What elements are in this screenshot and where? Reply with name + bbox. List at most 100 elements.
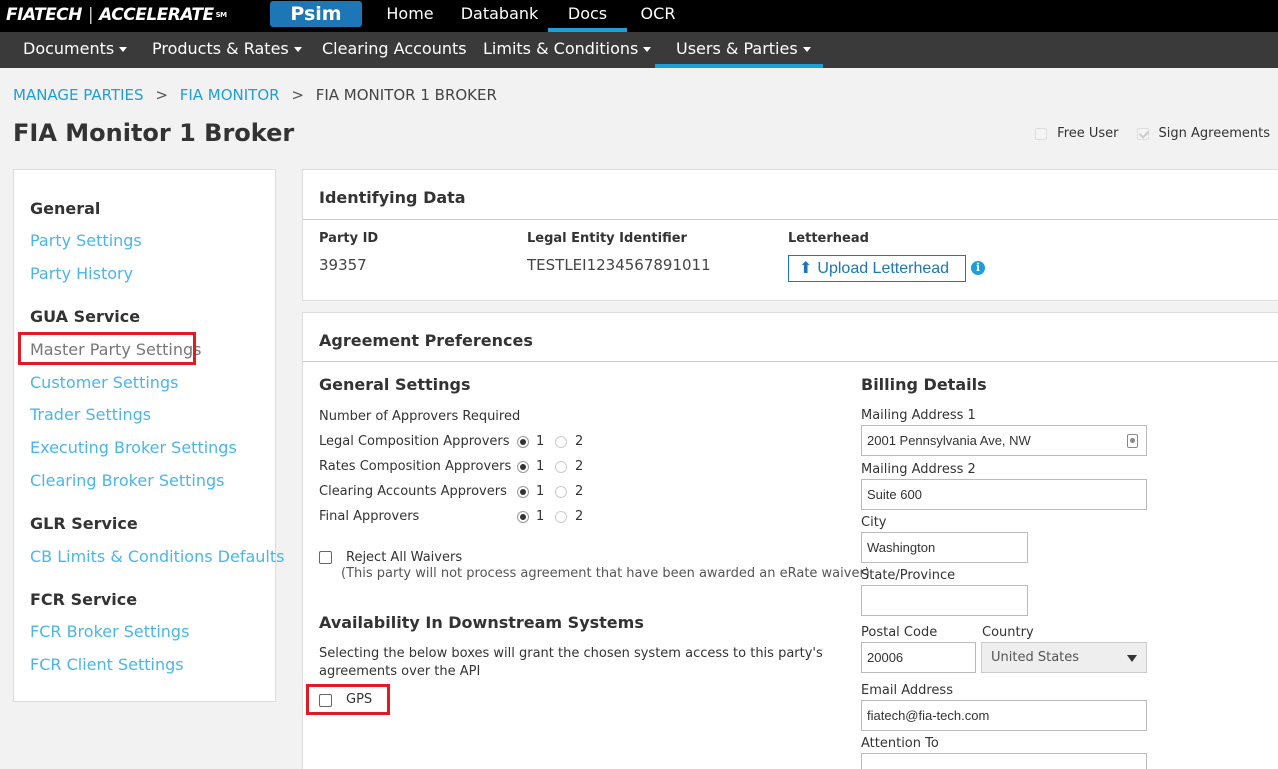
sub-nav-clearing-accounts[interactable]: Clearing Accounts: [312, 32, 477, 68]
sub-nav-limits-conditions[interactable]: Limits & Conditions: [473, 32, 661, 68]
breadcrumb-manage-parties[interactable]: MANAGE PARTIES: [13, 86, 144, 104]
top-nav-home[interactable]: Home: [376, 0, 444, 32]
sub-nav-documents[interactable]: Documents: [13, 32, 137, 68]
fiatech-accelerate-logo[interactable]: FIATECH | ACCELERATE SM: [6, 4, 227, 26]
agreement-preferences-title: Agreement Preferences: [319, 331, 533, 350]
sidebar-heading-gua-service: GUA Service: [30, 307, 141, 326]
contact-card-icon[interactable]: [1127, 434, 1138, 448]
downstream-description-line2: agreements over the API: [319, 664, 481, 679]
email-address-label: Email Address: [861, 683, 953, 698]
letterhead-label: Letterhead: [788, 231, 869, 246]
sidebar-item-trader-settings[interactable]: Trader Settings: [30, 405, 151, 424]
mailing-address-2-input[interactable]: Suite 600: [861, 479, 1147, 510]
top-bar: FIATECH | ACCELERATE SM Psim Home Databa…: [0, 0, 1278, 32]
sidebar-heading-fcr-service: FCR Service: [30, 590, 138, 609]
lei-value: TESTLEI1234567891011: [527, 256, 711, 274]
identifying-data-title: Identifying Data: [319, 188, 466, 207]
mailing-address-1-label: Mailing Address 1: [861, 408, 976, 423]
logo-fiatech: FIATECH: [6, 5, 82, 25]
header-checks: Free User Sign Agreements: [1035, 126, 1270, 141]
sub-nav-users-parties-label: Users & Parties: [676, 39, 798, 58]
upload-letterhead-button[interactable]: ⬆ Upload Letterhead: [788, 255, 966, 282]
upload-icon: ⬆: [799, 260, 813, 277]
breadcrumb-separator: >: [155, 86, 168, 104]
radio-option-label: 1: [536, 434, 545, 449]
sidebar-heading-general: General: [30, 199, 101, 218]
legal-composition-radio-2[interactable]: [555, 436, 567, 448]
reject-waivers-note: (This party will not process agreement t…: [341, 566, 870, 581]
billing-details-heading: Billing Details: [861, 375, 987, 394]
radio-option-label: 1: [536, 459, 545, 474]
psim-product-button[interactable]: Psim: [270, 1, 362, 27]
top-nav-databank[interactable]: Databank: [452, 0, 547, 32]
sub-nav-bar: Documents Products & Rates Clearing Acco…: [0, 32, 1278, 68]
country-select[interactable]: United States: [981, 642, 1147, 673]
attention-to-label: Attention To: [861, 736, 939, 751]
email-address-input[interactable]: fiatech@fia-tech.com: [861, 700, 1147, 731]
upload-letterhead-label: Upload Letterhead: [817, 260, 950, 277]
top-nav-docs[interactable]: Docs: [548, 0, 627, 32]
logo-service-mark: SM: [215, 11, 228, 19]
sub-nav-limits-conditions-label: Limits & Conditions: [483, 39, 639, 58]
free-user-checkbox[interactable]: [1035, 127, 1048, 140]
clearing-accounts-radio-2[interactable]: [555, 486, 567, 498]
reject-waivers-checkbox[interactable]: [319, 551, 332, 564]
sidebar-item-customer-settings[interactable]: Customer Settings: [30, 373, 178, 392]
party-id-label: Party ID: [319, 231, 379, 246]
party-id-value: 39357: [319, 256, 367, 274]
state-province-label: State/Province: [861, 568, 956, 583]
breadcrumb-separator: >: [291, 86, 304, 104]
info-icon[interactable]: i: [971, 261, 985, 275]
rates-composition-radio-2[interactable]: [555, 461, 567, 473]
sidebar-item-party-history[interactable]: Party History: [30, 264, 133, 283]
radio-option-label: 2: [575, 484, 584, 499]
breadcrumb-current: FIA MONITOR 1 BROKER: [315, 86, 497, 104]
page-title: FIA Monitor 1 Broker: [13, 119, 295, 147]
general-settings-heading: General Settings: [319, 375, 471, 394]
final-approvers-label: Final Approvers: [319, 509, 420, 524]
legal-composition-approvers-label: Legal Composition Approvers: [319, 434, 510, 449]
country-label: Country: [982, 625, 1034, 640]
lei-label: Legal Entity Identifier: [527, 231, 687, 246]
downstream-description-line1: Selecting the below boxes will grant the…: [319, 646, 823, 661]
radio-option-label: 2: [575, 459, 584, 474]
logo-separator: |: [87, 5, 94, 25]
sign-agreements-label: Sign Agreements: [1158, 126, 1270, 141]
top-nav-ocr[interactable]: OCR: [630, 0, 686, 32]
clearing-accounts-approvers-label: Clearing Accounts Approvers: [319, 484, 507, 499]
sign-agreements-checkbox[interactable]: [1136, 127, 1149, 140]
rates-composition-radio-1[interactable]: [517, 461, 529, 473]
city-label: City: [861, 515, 887, 530]
free-user-label: Free User: [1057, 126, 1119, 141]
sidebar-item-party-settings[interactable]: Party Settings: [30, 231, 142, 250]
sidebar-item-fcr-broker-settings[interactable]: FCR Broker Settings: [30, 622, 189, 641]
sidebar-heading-glr-service: GLR Service: [30, 514, 138, 533]
chevron-down-icon: [802, 47, 811, 52]
sub-nav-products-rates-label: Products & Rates: [152, 39, 289, 58]
caret-down-icon: [1127, 655, 1137, 662]
sidebar-item-clearing-broker-settings[interactable]: Clearing Broker Settings: [30, 471, 225, 490]
sidebar: General Party Settings Party History GUA…: [13, 169, 284, 702]
state-province-input[interactable]: [861, 585, 1028, 616]
sub-nav-products-rates[interactable]: Products & Rates: [142, 32, 312, 68]
postal-code-label: Postal Code: [861, 625, 938, 640]
postal-code-input[interactable]: 20006: [861, 642, 976, 673]
sidebar-item-executing-broker-settings[interactable]: Executing Broker Settings: [30, 438, 237, 457]
city-input[interactable]: Washington: [861, 532, 1028, 563]
attention-to-input[interactable]: [861, 753, 1147, 769]
mailing-address-1-value: 2001 Pennsylvania Ave, NW: [867, 433, 1031, 448]
sidebar-item-cb-limits-conditions[interactable]: CB Limits & Conditions Defaults: [30, 547, 284, 566]
final-approvers-radio-2[interactable]: [555, 511, 567, 523]
breadcrumb-fia-monitor[interactable]: FIA MONITOR: [180, 86, 280, 104]
sidebar-item-fcr-client-settings[interactable]: FCR Client Settings: [30, 655, 184, 674]
legal-composition-radio-1[interactable]: [517, 436, 529, 448]
sub-nav-users-parties[interactable]: Users & Parties: [655, 32, 823, 68]
downstream-heading: Availability In Downstream Systems: [319, 613, 644, 632]
divider: [303, 361, 1278, 362]
clearing-accounts-radio-1[interactable]: [517, 486, 529, 498]
final-approvers-radio-1[interactable]: [517, 511, 529, 523]
mailing-address-2-label: Mailing Address 2: [861, 462, 976, 477]
breadcrumb: MANAGE PARTIES > FIA MONITOR > FIA MONIT…: [13, 86, 497, 104]
mailing-address-1-input[interactable]: 2001 Pennsylvania Ave, NW: [861, 425, 1147, 456]
chevron-down-icon: [119, 47, 128, 52]
